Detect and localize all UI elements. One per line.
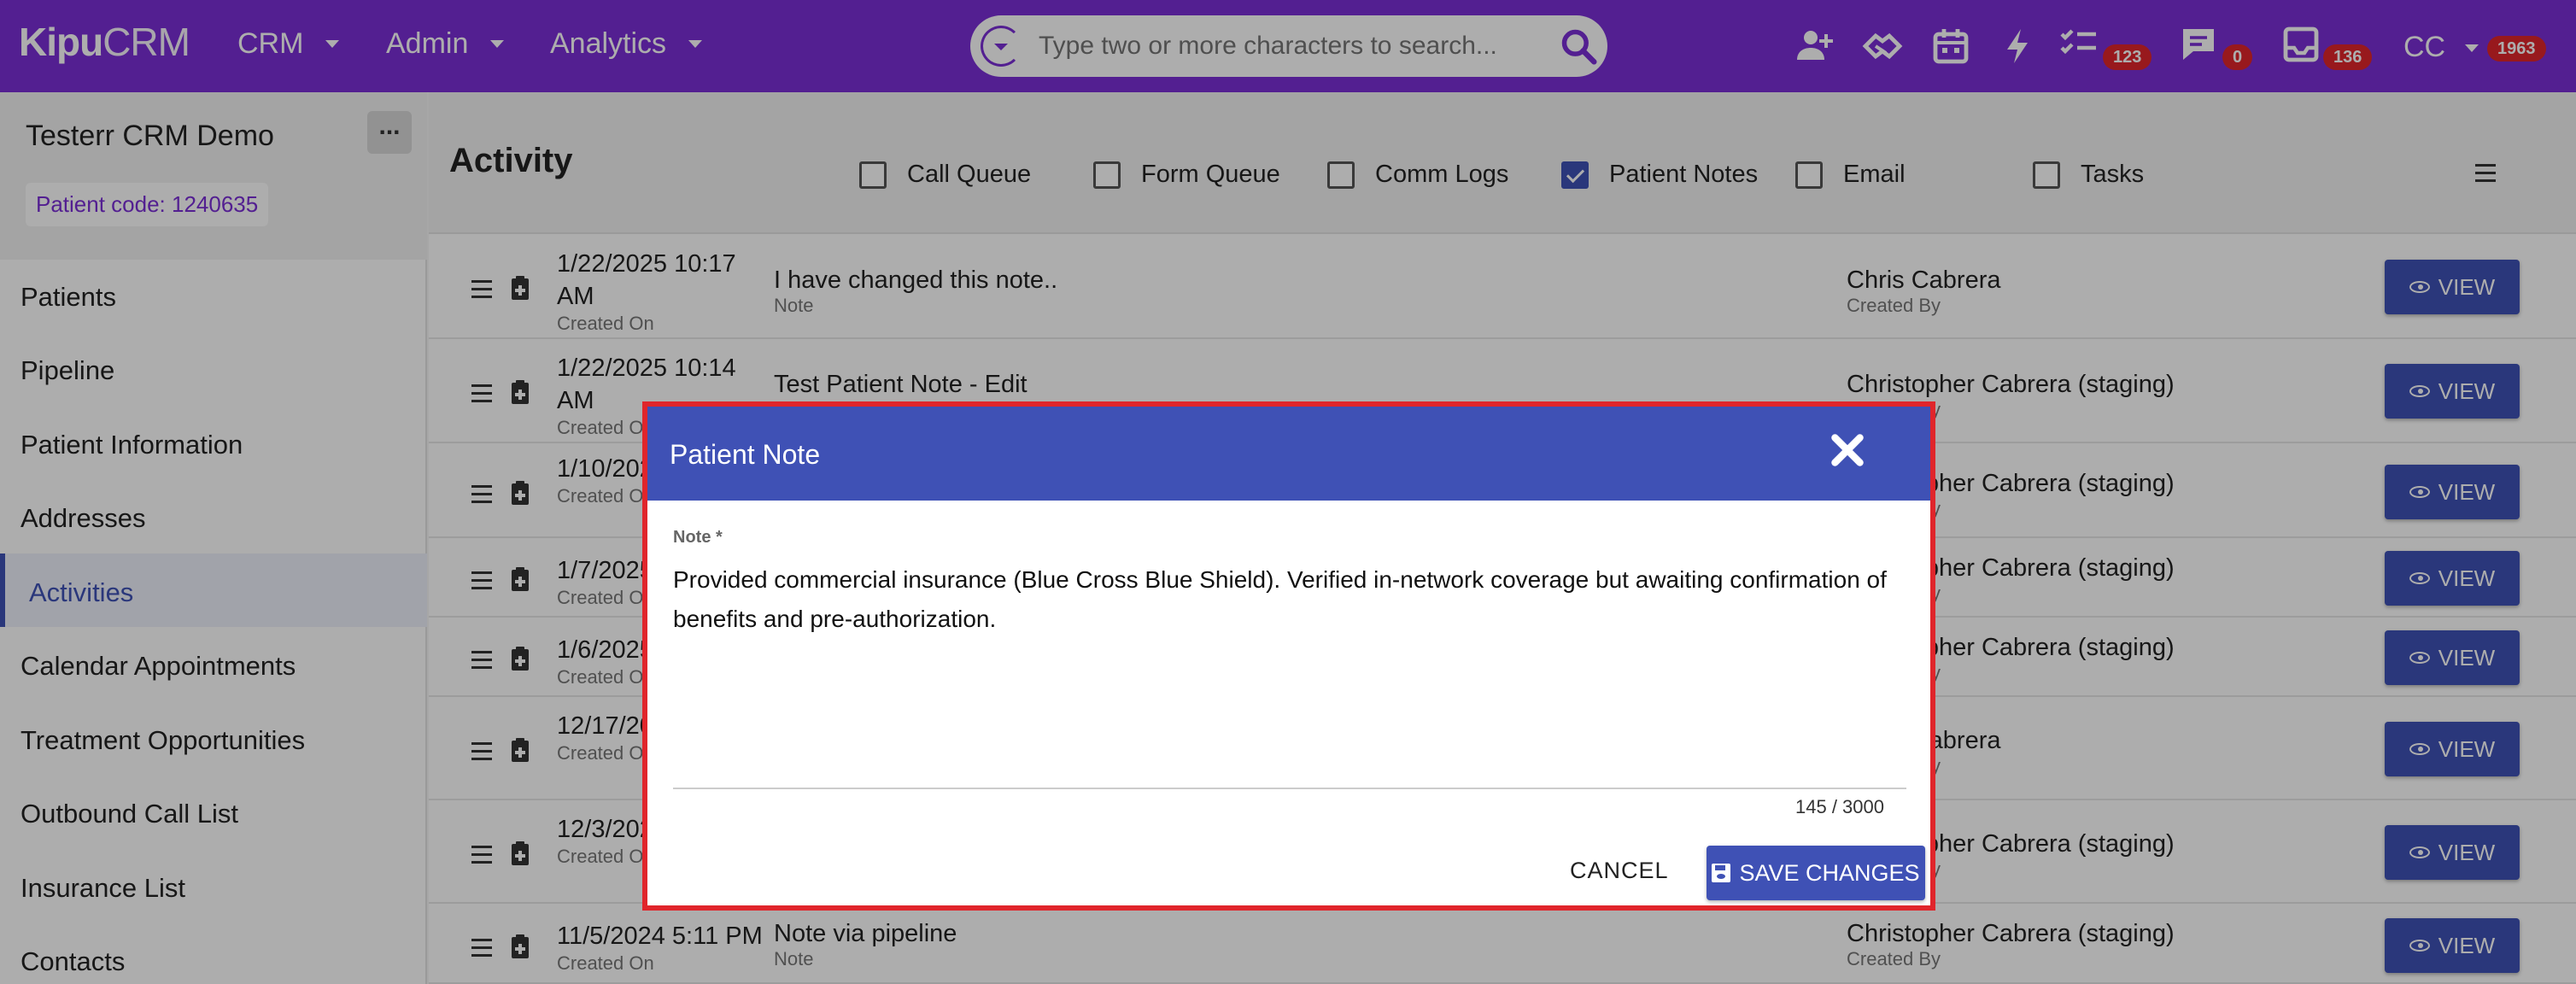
save-button-label: SAVE CHANGES: [1739, 859, 1920, 886]
dialog-title: Patient Note: [670, 439, 821, 470]
character-counter: 145 / 3000: [1795, 796, 1884, 817]
note-field-label: Note *: [673, 528, 723, 547]
close-icon[interactable]: [1826, 429, 1869, 472]
save-changes-button[interactable]: SAVE CHANGES: [1707, 846, 1925, 900]
note-textarea[interactable]: Provided commercial insurance (Blue Cros…: [673, 560, 1903, 639]
textarea-underline: [673, 788, 1906, 789]
save-icon: [1712, 864, 1731, 882]
dialog-header: Patient Note: [647, 407, 1930, 501]
patient-note-dialog: Patient Note Note * Provided commercial …: [642, 401, 1935, 911]
cancel-button[interactable]: CANCEL: [1570, 858, 1669, 884]
